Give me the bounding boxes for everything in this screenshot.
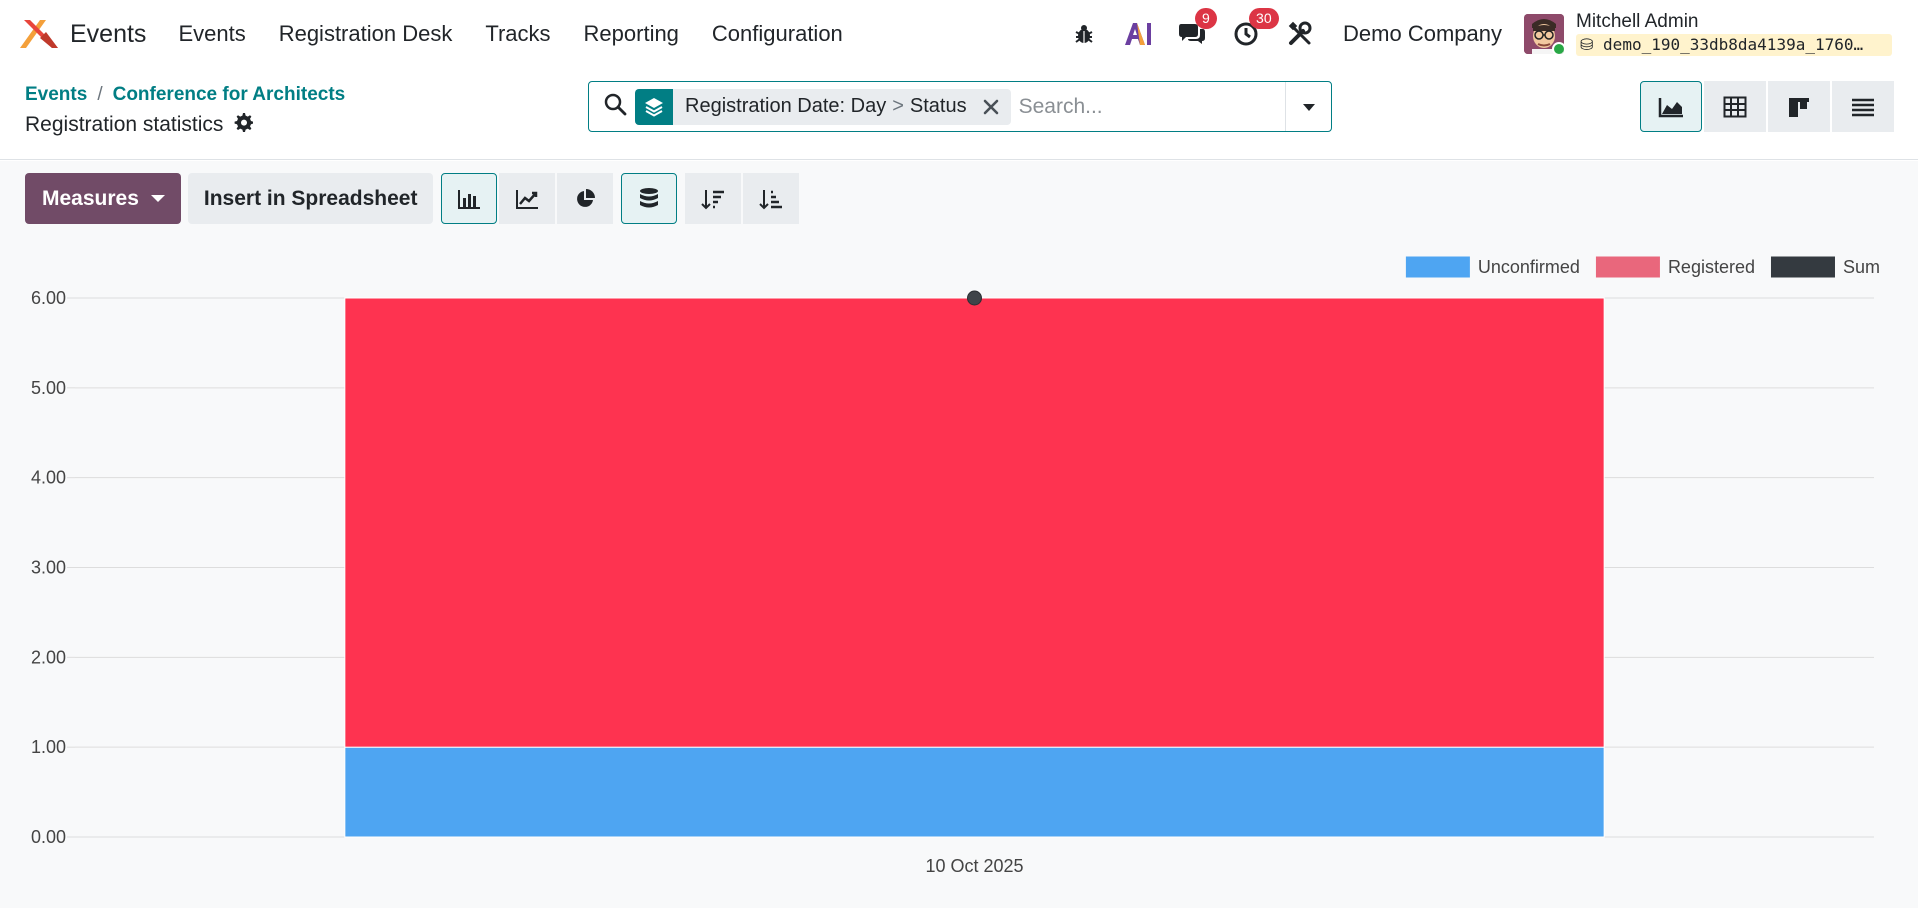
app-brand[interactable]: Events [18,18,146,50]
legend-label-registered: Registered [1668,257,1755,277]
graph-toolbar: Measures Insert in Spreadsheet [25,173,800,224]
pie-chart-icon [577,188,596,207]
menu-item-tracks[interactable]: Tracks [485,21,550,47]
y-axis-ticks: 0.00 1.00 2.00 3.00 4.00 5.00 6.00 [31,288,66,847]
sum-point [967,290,982,306]
page-title-text: Registration statistics [25,113,224,136]
chart-legend: Unconfirmed Registered Sum [1405,256,1880,278]
sort-descending-icon [701,189,725,209]
kanban-icon [1789,97,1809,117]
sort-group [683,173,800,224]
search-bar: Registration Date: Day > Status [588,81,1332,132]
database-name: demo_190_33db8da4139a_1760… [1603,35,1864,54]
y-tick-label: 3.00 [31,558,66,578]
online-status-dot [1552,42,1564,54]
caret-down-icon [150,195,165,202]
line-chart-icon [516,189,539,209]
graph-view-button[interactable] [1640,81,1702,132]
y-tick-label: 6.00 [31,288,66,308]
breadcrumb-events[interactable]: Events [25,84,87,105]
facet-field: Registration Date: Day [685,95,887,117]
layers-icon [635,88,673,125]
legend-swatch-sum [1770,256,1835,278]
pie-chart-button[interactable] [557,173,614,224]
facet-remove-icon[interactable] [977,99,1011,115]
menu-item-events[interactable]: Events [178,21,245,47]
search-input[interactable] [1018,94,1269,119]
breadcrumb-conference[interactable]: Conference for Architects [113,84,346,105]
breadcrumb-separator: / [97,84,103,105]
settings-tools-icon[interactable] [1285,19,1315,49]
pivot-view-button[interactable] [1704,81,1766,132]
search-icon[interactable] [603,92,627,121]
legend-label-unconfirmed: Unconfirmed [1478,257,1580,277]
menu-item-configuration[interactable]: Configuration [712,21,843,47]
gear-icon[interactable] [233,112,254,138]
registration-chart: 0.00 1.00 2.00 3.00 4.00 5.00 6.00 10 Oct 2025… [31,256,1880,876]
measures-button[interactable]: Measures [25,173,181,224]
ai-icon[interactable] [1123,19,1153,49]
measures-label: Measures [42,186,139,210]
app-name: Events [70,19,147,48]
activities-count-badge: 30 [1249,8,1279,29]
y-tick-label: 0.00 [31,827,66,847]
sort-ascending-icon [759,189,783,209]
user-menu[interactable]: Mitchell Admin ⛁ demo_190_33db8da4139a_1… [1576,12,1892,56]
list-view-button[interactable] [1832,81,1894,132]
sort-ascending-button[interactable] [743,173,800,224]
chart-bars [344,290,1605,838]
x-axis-ticks: 10 Oct 2025 [925,856,1023,876]
facet-value: Status [909,95,967,117]
facet-separator: > [892,95,904,117]
messages-icon[interactable]: 9 [1177,8,1217,49]
activities-clock-icon[interactable]: 30 [1231,8,1279,49]
y-tick-label: 2.00 [31,647,66,667]
control-panel: Events / Conference for Architects Registr… [0,68,1918,160]
insert-spreadsheet-button[interactable]: Insert in Spreadsheet [187,173,434,224]
database-stack-icon [640,187,659,207]
x-tick-label: 10 Oct 2025 [925,856,1023,876]
user-name: Mitchell Admin [1576,11,1699,32]
main-menu: Events Registration Desk Tracks Reportin… [178,21,875,47]
facet-label: Registration Date: Day > Status [673,95,977,118]
systray: 9 30 Demo Company Mitchell Admin ⛁ demo_… [1055,0,1918,68]
stacked-button[interactable] [621,173,678,224]
page-title: Registration statistics [25,112,254,138]
caret-down-icon [1302,103,1315,111]
legend-label-sum: Sum [1843,257,1880,277]
search-options-toggle[interactable] [1285,82,1331,131]
kanban-view-button[interactable] [1768,81,1830,132]
line-chart-button[interactable] [499,173,556,224]
events-app-icon [20,20,58,48]
groupby-facet: Registration Date: Day > Status [635,88,1011,125]
list-icon [1852,98,1874,116]
top-navbar: Events Events Registration Desk Tracks R… [0,0,1918,68]
legend-swatch-unconfirmed [1405,256,1470,278]
stack-group [619,173,678,224]
company-switcher[interactable]: Demo Company [1343,21,1502,47]
messages-count-badge: 9 [1195,8,1217,29]
bar-unconfirmed [344,746,1605,838]
y-tick-label: 1.00 [31,737,66,757]
database-tag: ⛁ demo_190_33db8da4139a_1760… [1576,34,1892,56]
y-tick-label: 5.00 [31,378,66,398]
database-icon: ⛁ [1580,35,1594,54]
legend-swatch-registered [1595,256,1660,278]
menu-item-registration-desk[interactable]: Registration Desk [279,21,453,47]
menu-item-reporting[interactable]: Reporting [584,21,679,47]
user-avatar[interactable] [1524,14,1564,54]
view-switcher [1638,81,1894,132]
chart-type-group [439,173,614,224]
bar-chart-button[interactable] [441,173,498,224]
table-grid-icon [1723,96,1747,117]
area-chart-icon [1658,97,1683,117]
bar-chart-icon [458,189,481,209]
y-tick-label: 4.00 [31,468,66,488]
bar-registered [344,297,1605,748]
breadcrumb: Events / Conference for Architects [25,84,345,106]
graph-content: Measures Insert in Spreadsheet 0.00 1.00… [0,161,1918,908]
sort-descending-button[interactable] [685,173,742,224]
debug-bug-icon[interactable] [1069,19,1099,49]
